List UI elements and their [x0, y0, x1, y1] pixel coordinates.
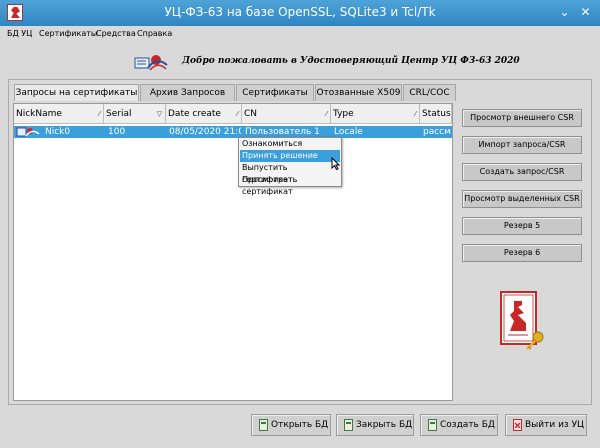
cell-type: Locale	[334, 127, 363, 137]
column-header-type[interactable]: Type ⁄	[331, 104, 420, 124]
window-title: УЦ-ФЗ-63 на базе OpenSSL, SQLite3 и Tcl/…	[164, 5, 436, 19]
cell-nickname: Nick0	[45, 127, 71, 137]
menu-bar: БД УЦ Сертификаты Средства Справка	[0, 26, 600, 42]
reserve-5-button[interactable]: Резерв 5	[462, 217, 582, 235]
view-external-csr-button[interactable]: Просмотр внешнего CSR	[462, 109, 582, 127]
tab-requests[interactable]: Запросы на сертификаты	[14, 84, 139, 101]
table-header: NickName ⁄ Serial ▽ Date create ⁄ CN ⁄ Type ⁄…	[14, 104, 452, 124]
cell-status: рассм	[423, 127, 451, 137]
import-csr-button[interactable]: Импорт запроса/CSR	[462, 136, 582, 154]
title-bar: УЦ-ФЗ-63 на базе OpenSSL, SQLite3 и Tcl/…	[0, 0, 600, 26]
tab-revoked[interactable]: Отозванные X509	[315, 84, 402, 101]
menu-tools[interactable]: Средства	[96, 29, 136, 38]
reserve-6-button[interactable]: Резерв 6	[462, 244, 582, 262]
exit-button[interactable]: Выйти из УЦ	[505, 414, 587, 436]
minimize-button[interactable]: ⌄	[556, 4, 573, 21]
menu-db[interactable]: БД УЦ	[7, 29, 32, 38]
document-icon	[259, 419, 268, 431]
tab-certificates[interactable]: Сертификаты	[236, 84, 314, 101]
close-db-label: Закрыть БД	[356, 420, 413, 430]
menu-certificates[interactable]: Сертификаты	[39, 29, 97, 38]
create-csr-button[interactable]: Создать запрос/CSR	[462, 163, 582, 181]
menu-item-view-certificate[interactable]: Просмотреть сертификат	[240, 174, 340, 196]
cell-serial: 100	[108, 127, 126, 137]
column-header-nickname[interactable]: NickName ⁄	[14, 104, 104, 124]
menu-item-issue-certificate[interactable]: Выпустить сертификат	[240, 162, 340, 184]
document-icon	[344, 419, 353, 431]
certificate-key-icon	[500, 291, 544, 350]
cell-date-create: 08/05/2020 21:00	[169, 127, 241, 137]
create-db-button[interactable]: Создать БД	[420, 414, 498, 436]
menu-help[interactable]: Справка	[137, 29, 172, 38]
certificate-logo-icon	[134, 55, 168, 71]
request-icon	[16, 127, 40, 137]
welcome-banner: Добро пожаловать в Удостоверяющий Центр …	[8, 44, 592, 78]
column-header-status[interactable]: Status	[420, 104, 452, 124]
table-row[interactable]: Nick0 100 08/05/2020 21:00 Пользователь …	[14, 126, 452, 138]
open-db-button[interactable]: Открыть БД	[251, 414, 331, 436]
open-db-label: Открыть БД	[271, 420, 329, 430]
requests-table: NickName ⁄ Serial ▽ Date create ⁄ CN ⁄ Type ⁄…	[13, 103, 453, 401]
mouse-cursor-icon	[331, 157, 340, 170]
welcome-text: Добро пожаловать в Удостоверяющий Центр …	[182, 56, 520, 66]
column-header-serial[interactable]: Serial ▽	[104, 104, 166, 124]
column-header-cn[interactable]: CN ⁄	[242, 104, 331, 124]
exit-icon	[513, 419, 522, 431]
close-button[interactable]: ✕	[577, 4, 594, 21]
exit-label: Выйти из УЦ	[525, 420, 585, 430]
menu-item-decide[interactable]: Принять решение	[240, 150, 340, 162]
view-selected-csr-button[interactable]: Просмотр выделенных CSR	[462, 190, 582, 208]
column-header-date-create[interactable]: Date create ⁄	[166, 104, 242, 124]
tab-requests-archive[interactable]: Архив Запросов	[140, 84, 235, 101]
tab-crl[interactable]: CRL/COC	[403, 84, 456, 101]
close-db-button[interactable]: Закрыть БД	[336, 414, 414, 436]
document-icon	[428, 419, 437, 431]
create-db-label: Создать БД	[440, 420, 495, 430]
menu-item-review[interactable]: Ознакомиться	[240, 138, 340, 150]
context-menu: Ознакомиться Принять решение Выпустить с…	[238, 137, 342, 196]
